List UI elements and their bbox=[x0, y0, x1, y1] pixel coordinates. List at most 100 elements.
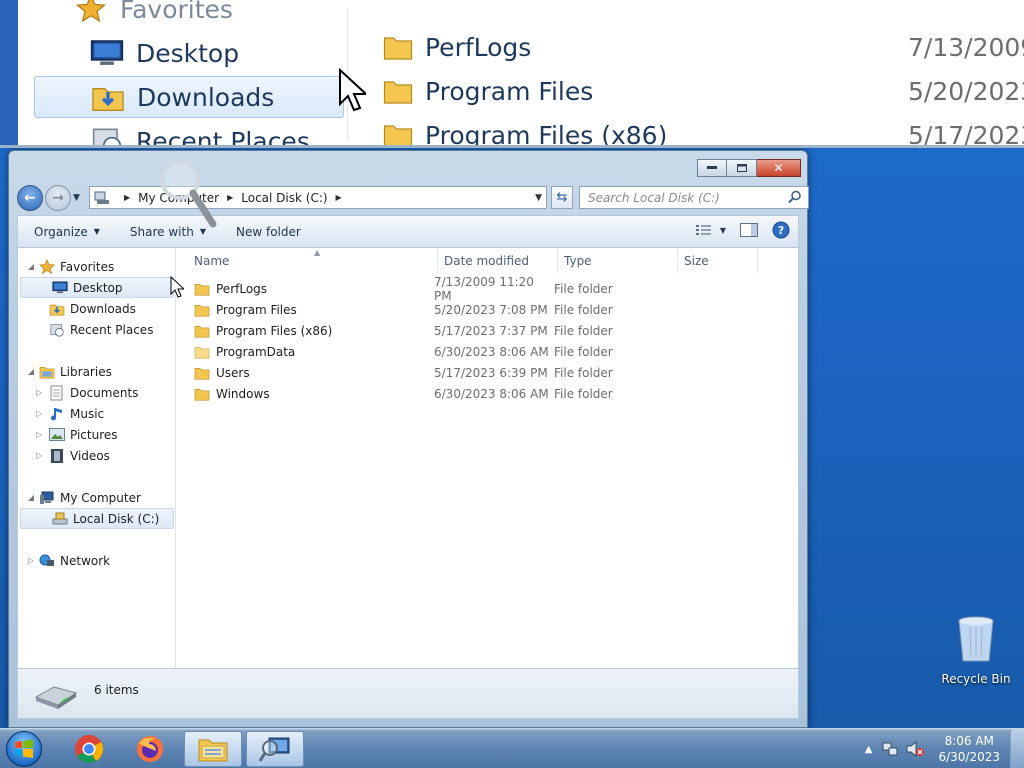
system-tray: ▲ 8:06 AM 6/30/2023 bbox=[865, 729, 1024, 768]
magnifier-sidebar: Favorites Desktop Downloads Recent Place… bbox=[18, 0, 348, 145]
file-list-pane: ▲ Name Date modified Type Size PerfLogs … bbox=[176, 248, 798, 668]
file-date: 6/30/2023 8:06 AM bbox=[434, 386, 549, 401]
taskbar-firefox[interactable] bbox=[121, 731, 179, 767]
recycle-bin[interactable]: Recycle Bin bbox=[938, 615, 1014, 686]
explorer-content: ◢ Favorites Desktop Downloads Recent Pla… bbox=[17, 247, 799, 669]
nav-documents[interactable]: ▷ Documents bbox=[18, 382, 175, 403]
breadcrumb-local-disk[interactable]: Local Disk (C:) bbox=[241, 191, 327, 205]
nav-local-disk[interactable]: Local Disk (C:) bbox=[20, 508, 174, 529]
magnifier-downloads: Downloads bbox=[34, 76, 344, 118]
breadcrumb-arrow-icon[interactable]: ▶ bbox=[124, 193, 130, 202]
file-row[interactable]: ProgramData 6/30/2023 8:06 AM File folde… bbox=[176, 341, 776, 362]
file-name: Program Files (x86) bbox=[216, 323, 333, 338]
nav-recent-places[interactable]: Recent Places bbox=[18, 319, 175, 340]
show-hidden-icons-icon[interactable]: ▲ bbox=[865, 744, 873, 755]
downloads-icon bbox=[92, 88, 124, 111]
file-name: Users bbox=[216, 365, 250, 380]
column-size[interactable]: Size bbox=[678, 248, 758, 273]
breadcrumb-arrow-icon[interactable]: ▶ bbox=[227, 193, 233, 202]
command-bar: Organize ▼ Share with ▼ New folder ▼ ? bbox=[17, 215, 799, 247]
recycle-bin-icon bbox=[958, 616, 994, 662]
view-list-icon bbox=[695, 225, 711, 235]
folder-icon bbox=[194, 282, 212, 296]
refresh-button[interactable]: ⇆ bbox=[551, 186, 573, 209]
chrome-icon bbox=[75, 735, 103, 763]
file-row[interactable]: Program Files 5/20/2023 7:08 PM File fol… bbox=[176, 299, 776, 320]
desktop-icon bbox=[51, 280, 69, 296]
taskbar: ▲ 8:06 AM 6/30/2023 bbox=[0, 728, 1024, 768]
address-dropdown-icon[interactable]: ▼ bbox=[535, 193, 542, 203]
folder-icon bbox=[194, 303, 212, 317]
new-folder-button[interactable]: New folder bbox=[236, 225, 301, 239]
nav-my-computer[interactable]: ◢ My Computer bbox=[18, 487, 175, 508]
back-button[interactable]: ← bbox=[17, 185, 43, 211]
taskbar-magnifier[interactable] bbox=[246, 731, 304, 767]
item-count: 6 items bbox=[94, 683, 139, 697]
search-icon[interactable] bbox=[788, 190, 802, 204]
magnifier-recent-places: Recent Places bbox=[34, 120, 344, 145]
column-name[interactable]: Name bbox=[176, 248, 438, 273]
file-name: Windows bbox=[216, 386, 270, 401]
file-row[interactable]: Program Files (x86) 5/17/2023 7:37 PM Fi… bbox=[176, 320, 776, 341]
recent-places-icon bbox=[92, 128, 122, 145]
chevron-down-icon: ▼ bbox=[719, 225, 726, 235]
file-type: File folder bbox=[554, 344, 613, 359]
cursor-icon bbox=[170, 276, 184, 298]
maximize-button[interactable] bbox=[727, 159, 757, 177]
minimize-button[interactable] bbox=[697, 159, 727, 177]
nav-libraries[interactable]: ◢ Libraries bbox=[18, 361, 175, 382]
expand-arrow-icon[interactable]: ◢ bbox=[26, 367, 36, 376]
column-date-modified[interactable]: Date modified bbox=[438, 248, 558, 273]
network-status-icon[interactable] bbox=[882, 741, 898, 757]
documents-icon bbox=[48, 385, 66, 401]
maximize-icon bbox=[736, 164, 747, 172]
nav-videos[interactable]: ▷ Videos bbox=[18, 445, 175, 466]
clock[interactable]: 8:06 AM 6/30/2023 bbox=[938, 733, 1000, 765]
folder-icon bbox=[383, 81, 413, 104]
volume-muted-icon[interactable] bbox=[906, 741, 925, 757]
expand-arrow-icon[interactable]: ▷ bbox=[26, 556, 36, 565]
file-type: File folder bbox=[554, 386, 613, 401]
show-desktop-button[interactable] bbox=[1010, 729, 1024, 768]
column-type[interactable]: Type bbox=[558, 248, 678, 273]
column-headers: ▲ Name Date modified Type Size bbox=[176, 248, 798, 273]
drive-icon bbox=[51, 511, 69, 527]
expand-arrow-icon[interactable]: ◢ bbox=[26, 262, 36, 271]
taskbar-explorer[interactable] bbox=[184, 731, 242, 767]
taskbar-chrome[interactable] bbox=[60, 731, 118, 767]
nav-downloads[interactable]: Downloads bbox=[18, 298, 175, 319]
file-type: File folder bbox=[554, 323, 613, 338]
file-row[interactable]: PerfLogs 7/13/2009 11:20 PM File folder bbox=[176, 275, 776, 303]
file-name: ProgramData bbox=[216, 344, 296, 359]
folder-icon bbox=[383, 125, 413, 145]
magnifier-edge bbox=[0, 0, 18, 145]
breadcrumb-arrow-icon[interactable]: ▶ bbox=[336, 193, 342, 202]
file-row[interactable]: Windows 6/30/2023 8:06 AM File folder bbox=[176, 383, 776, 404]
change-view-button[interactable]: ▼ bbox=[695, 224, 726, 236]
nav-pictures[interactable]: ▷ Pictures bbox=[18, 424, 175, 445]
nav-favorites[interactable]: ◢ Favorites bbox=[18, 256, 175, 277]
expand-arrow-icon[interactable]: ◢ bbox=[26, 493, 36, 502]
file-row[interactable]: Users 5/17/2023 6:39 PM File folder bbox=[176, 362, 776, 383]
recent-pages-dropdown[interactable]: ▼ bbox=[73, 193, 80, 203]
preview-pane-icon[interactable] bbox=[740, 223, 758, 237]
forward-button[interactable]: → bbox=[45, 185, 71, 211]
start-button[interactable] bbox=[6, 731, 42, 767]
details-pane: 6 items bbox=[17, 669, 799, 719]
nav-network[interactable]: ▷ Network bbox=[18, 550, 175, 571]
magnifier-lens-icon bbox=[160, 160, 217, 228]
help-icon[interactable]: ? bbox=[772, 221, 790, 239]
pictures-icon bbox=[48, 427, 66, 443]
music-icon bbox=[48, 406, 66, 422]
close-button[interactable]: ✕ bbox=[757, 159, 801, 177]
search-input[interactable]: Search Local Disk (C:) bbox=[579, 186, 809, 209]
organize-button[interactable]: Organize ▼ bbox=[34, 225, 100, 239]
nav-music[interactable]: ▷ Music bbox=[18, 403, 175, 424]
svg-text:?: ? bbox=[778, 224, 784, 237]
magnifier-content: Favorites Desktop Downloads Recent Place… bbox=[18, 0, 1024, 145]
forward-arrow-icon: → bbox=[52, 190, 64, 206]
folder-icon bbox=[194, 345, 212, 359]
nav-desktop[interactable]: Desktop bbox=[20, 277, 174, 298]
magnifier-file-row: Program Files (x86) 5/17/2023 7 bbox=[363, 114, 1024, 145]
folder-icon bbox=[194, 387, 212, 401]
